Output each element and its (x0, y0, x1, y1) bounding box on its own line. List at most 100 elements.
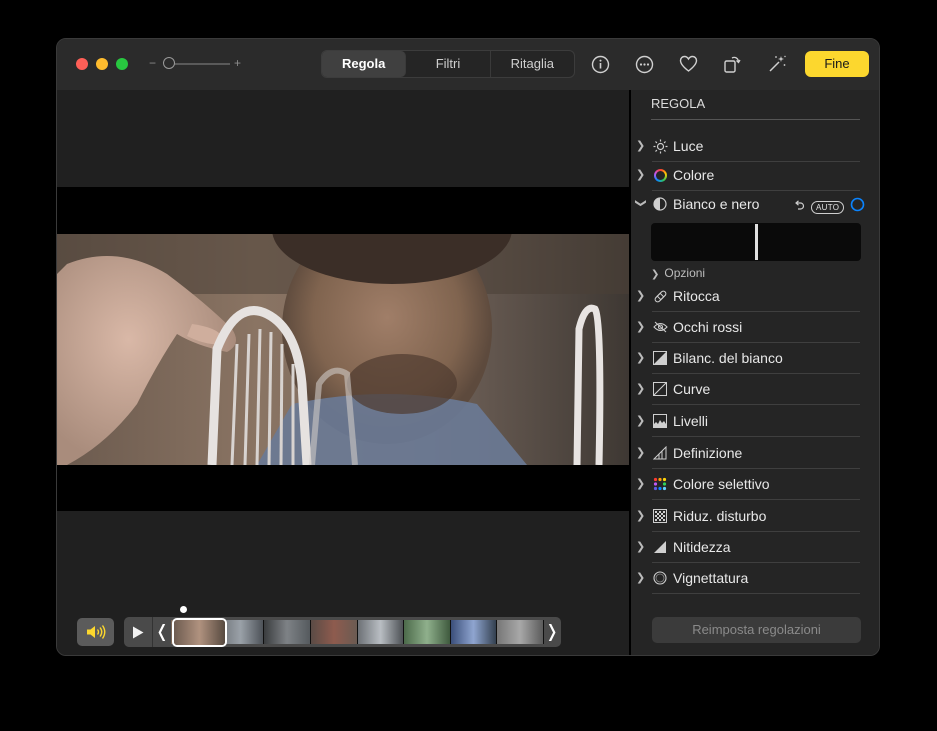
chevron-right-icon[interactable]: ❯ (636, 320, 646, 333)
adjust-colore-label: Colore (673, 167, 715, 183)
chevron-right-icon[interactable]: ❯ (636, 168, 646, 181)
adjust-ritocca-label: Ritocca (673, 288, 720, 304)
trim-start-handle[interactable]: ❬ (154, 617, 170, 647)
sun-icon (652, 138, 668, 154)
chevron-right-icon[interactable]: ❯ (636, 289, 646, 302)
selected-poster-frame[interactable] (172, 618, 227, 647)
tab-filtri[interactable]: Filtri (406, 51, 491, 77)
media-viewer: ❬ ❭ (57, 90, 629, 655)
row-divider (652, 404, 860, 405)
chevron-right-icon[interactable]: ❯ (636, 382, 646, 395)
half-circle-icon (652, 196, 668, 212)
adjust-ritocca[interactable]: ❯ Ritocca (636, 281, 860, 312)
tab-regola[interactable]: Regola (322, 51, 407, 77)
toolbar: − + Regola Filtri Ritaglia Fine (57, 39, 879, 90)
noise-icon (652, 508, 668, 524)
photos-edit-window: − + Regola Filtri Ritaglia Fine ❬ ❭ REGO… (56, 38, 880, 656)
bw-options-disclosure[interactable]: ❯ Opzioni (651, 266, 705, 280)
eye-slash-icon (652, 319, 668, 335)
filmstrip-frame (404, 620, 451, 644)
more-icon[interactable] (633, 53, 655, 75)
chevron-right-icon[interactable]: ❯ (636, 509, 646, 522)
filmstrip-frame (450, 620, 498, 644)
adjust-nitidezza[interactable]: ❯ Nitidezza (636, 532, 860, 563)
tab-ritaglia[interactable]: Ritaglia (491, 51, 574, 77)
chevron-right-icon[interactable]: ❯ (636, 571, 646, 584)
zoom-out-label: − (149, 56, 157, 70)
trim-end-handle[interactable]: ❭ (544, 617, 560, 647)
play-icon[interactable] (124, 617, 153, 647)
adjust-curve[interactable]: ❯ Curve (636, 374, 860, 405)
filmstrip-frame (497, 620, 544, 644)
filmstrip-frame (264, 620, 311, 644)
panel-title: REGOLA (651, 96, 706, 111)
zoom-in-label: + (234, 56, 242, 70)
chevron-right-icon: ❯ (651, 269, 660, 280)
vignette-icon (652, 570, 668, 586)
enable-toggle-icon[interactable] (850, 197, 865, 217)
adjust-colore-selettivo-label: Colore selettivo (673, 476, 770, 492)
filmstrip-frame (357, 620, 405, 644)
adjust-colore-selettivo[interactable]: ❯ Colore selettivo (636, 469, 860, 500)
adjust-bianco-e-nero-label: Bianco e nero (673, 196, 760, 212)
adjust-livelli[interactable]: ❯ Livelli (636, 406, 860, 437)
chevron-right-icon[interactable]: ❯ (636, 414, 646, 427)
info-icon[interactable] (589, 53, 611, 75)
done-button[interactable]: Fine (805, 51, 869, 77)
adjust-luce[interactable]: ❯ Luce (636, 131, 860, 162)
adjust-bilanc-del-bianco[interactable]: ❯ Bilanc. del bianco (636, 343, 860, 374)
sharpness-icon (652, 539, 668, 555)
chevron-right-icon[interactable]: ❯ (636, 139, 646, 152)
chevron-right-icon[interactable]: ❯ (636, 540, 646, 553)
definition-icon (652, 445, 668, 461)
curves-icon (652, 381, 668, 397)
adjust-riduz-disturbo[interactable]: ❯ Riduz. disturbo (636, 501, 860, 532)
auto-button[interactable]: AUTO (811, 200, 845, 214)
chevron-right-icon[interactable]: ❯ (636, 477, 646, 490)
zoom-slider-knob[interactable] (163, 57, 175, 69)
panel-title-divider (651, 119, 860, 120)
edit-mode-tabs: Regola Filtri Ritaglia (321, 50, 575, 78)
reset-adjustments-button[interactable]: Reimposta regolazioni (652, 617, 861, 643)
row-divider (652, 436, 860, 437)
adjust-luce-label: Luce (673, 138, 704, 154)
row-divider (652, 593, 860, 594)
chevron-right-icon[interactable]: ❯ (636, 446, 646, 459)
adjust-curve-label: Curve (673, 381, 711, 397)
options-label: Opzioni (664, 266, 706, 280)
adjust-panel: REGOLA ❯ Luce ❯ Colore ❯ Bianco e nero A… (631, 90, 879, 655)
filmstrip-frame (310, 620, 358, 644)
adjust-livelli-label: Livelli (673, 413, 709, 429)
adjust-vignettatura[interactable]: ❯ Vignettatura (636, 563, 860, 594)
adjust-vignettatura-label: Vignettatura (673, 570, 749, 586)
adjust-colore[interactable]: ❯ Colore (636, 160, 860, 191)
chevron-down-icon[interactable]: ❯ (635, 199, 648, 209)
row-divider (652, 499, 860, 500)
fullscreen-window-button[interactable] (116, 58, 128, 70)
levels-icon (652, 413, 668, 429)
bw-intensity-handle[interactable] (754, 224, 758, 260)
color-wheel-icon (652, 167, 668, 183)
chevron-right-icon[interactable]: ❯ (636, 351, 646, 364)
bw-intensity-slider[interactable] (651, 223, 861, 261)
video-frame[interactable] (57, 234, 629, 465)
white-balance-icon (652, 350, 668, 366)
close-window-button[interactable] (76, 58, 88, 70)
adjust-nitidezza-label: Nitidezza (673, 539, 731, 555)
adjust-definizione-label: Definizione (673, 445, 743, 461)
bandage-icon (652, 288, 668, 304)
adjust-occhi-rossi[interactable]: ❯ Occhi rossi (636, 312, 860, 343)
adjust-definizione[interactable]: ❯ Definizione (636, 438, 860, 469)
adjust-bilanc-del-bianco-label: Bilanc. del bianco (673, 350, 783, 366)
undo-icon[interactable] (793, 198, 805, 216)
speaker-icon[interactable] (77, 618, 114, 646)
heart-icon[interactable] (677, 53, 699, 75)
bw-tools: AUTO (793, 197, 865, 217)
adjust-occhi-rossi-label: Occhi rossi (673, 319, 743, 335)
playhead[interactable] (180, 606, 187, 613)
minimize-window-button[interactable] (96, 58, 108, 70)
selective-color-icon (652, 476, 668, 492)
rotate-icon[interactable] (721, 53, 743, 75)
magic-wand-icon[interactable] (766, 53, 788, 75)
adjust-riduz-disturbo-label: Riduz. disturbo (673, 508, 767, 524)
